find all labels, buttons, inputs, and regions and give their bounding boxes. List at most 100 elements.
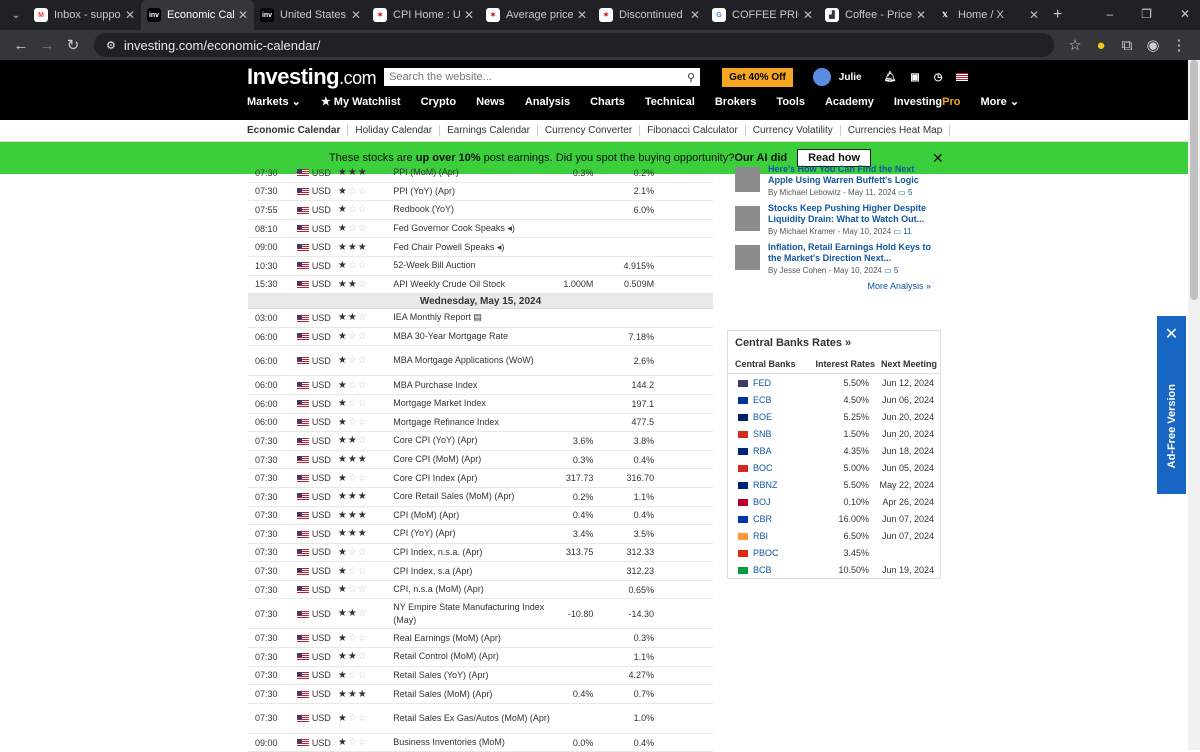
forward-icon[interactable]: →	[34, 37, 60, 54]
tab-8[interactable]: 𝕏 Home / X ✕	[932, 0, 1045, 30]
extensions-puzzle-icon[interactable]: ⧉	[1114, 37, 1140, 54]
tab-3[interactable]: ✶ CPI Home : U.S. ✕	[367, 0, 480, 30]
ad-free-close-icon[interactable]: ✕	[1165, 324, 1178, 344]
table-row[interactable]: 07:30 USD ★☆☆ Retail Sales (YoY) (Apr) 4…	[248, 667, 713, 686]
event-name[interactable]: Core CPI (MoM) (Apr)	[393, 453, 554, 466]
event-name[interactable]: Mortgage Market Index	[393, 397, 554, 410]
tab-close-icon[interactable]: ✕	[125, 8, 135, 22]
table-row[interactable]: 06:00 USD ★☆☆ Mortgage Market Index 197.…	[248, 395, 713, 414]
menu-item-7[interactable]: Brokers	[715, 96, 757, 108]
bank-name[interactable]: BOE	[753, 412, 772, 422]
site-search-input[interactable]: Search the website... ⚲	[384, 68, 701, 86]
table-row[interactable]: 07:30 USD ★★☆ Retail Control (MoM) (Apr)…	[248, 648, 713, 667]
event-name[interactable]: Retail Control (MoM) (Apr)	[393, 650, 554, 663]
site-info-icon[interactable]: ⚙	[106, 39, 116, 52]
event-name[interactable]: 52-Week Bill Auction	[393, 259, 554, 272]
tab-close-icon[interactable]: ✕	[803, 8, 813, 22]
tab-close-icon[interactable]: ✕	[690, 8, 700, 22]
event-name[interactable]: MBA Mortgage Applications (WoW)	[393, 354, 554, 367]
central-bank-row[interactable]: BOC 5.00% Jun 05, 2024	[728, 459, 940, 476]
portfolio-icon[interactable]: ▣	[910, 72, 919, 83]
table-row[interactable]: 07:30 USD ★★★ CPI (MoM) (Apr) 0.4% 0.4%	[248, 507, 713, 526]
url-input[interactable]: ⚙ investing.com/economic-calendar/	[94, 33, 1054, 57]
event-name[interactable]: Retail Sales Ex Gas/Autos (MoM) (Apr)	[393, 712, 554, 725]
event-name[interactable]: Mortgage Refinance Index	[393, 416, 554, 429]
table-row[interactable]: 09:00 USD ★★★ Fed Chair Powell Speaks ◂)	[248, 238, 713, 257]
bank-name[interactable]: BOC	[753, 463, 773, 473]
subnav-item-4[interactable]: Fibonacci Calculator	[640, 125, 746, 136]
bank-name[interactable]: CBR	[753, 514, 772, 524]
event-name[interactable]: API Weekly Crude Oil Stock	[393, 278, 554, 291]
restore-icon[interactable]: ❐	[1141, 7, 1152, 21]
bank-name[interactable]: ECB	[753, 395, 772, 405]
tab-2[interactable]: inv United States Co ✕	[254, 0, 367, 30]
event-name[interactable]: Retail Sales (MoM) (Apr)	[393, 688, 554, 701]
bookmark-star-icon[interactable]: ☆	[1062, 36, 1088, 54]
bank-name[interactable]: SNB	[753, 429, 772, 439]
ad-free-tab[interactable]: ✕ Ad-Free Version	[1157, 316, 1186, 494]
table-row[interactable]: 07:30 USD ★☆☆ Core CPI Index (Apr) 317.7…	[248, 469, 713, 488]
event-name[interactable]: MBA 30-Year Mortgage Rate	[393, 330, 554, 343]
menu-item-4[interactable]: Analysis	[525, 96, 570, 108]
table-row[interactable]: 07:30 USD ★★★ Core Retail Sales (MoM) (A…	[248, 488, 713, 507]
table-row[interactable]: 06:00 USD ★☆☆ Mortgage Refinance Index 4…	[248, 414, 713, 433]
news-item[interactable]: Inflation, Retail Earnings Hold Keys to …	[727, 242, 941, 275]
flag-icon[interactable]	[956, 73, 969, 81]
event-name[interactable]: NY Empire State Manufacturing Index (May…	[393, 601, 554, 627]
tab-5[interactable]: ✶ Discontinued CP ✕	[593, 0, 706, 30]
table-row[interactable]: 07:30 USD ★★★ CPI (YoY) (Apr) 3.4% 3.5%	[248, 525, 713, 544]
menu-item-11[interactable]: More ⌄	[981, 95, 1020, 108]
event-name[interactable]: CPI Index, s.a (Apr)	[393, 565, 554, 578]
menu-item-2[interactable]: Crypto	[421, 96, 456, 108]
menu-item-8[interactable]: Tools	[776, 96, 805, 108]
central-bank-row[interactable]: BOJ 0.10% Apr 26, 2024	[728, 493, 940, 510]
event-name[interactable]: Business Inventories (MoM)	[393, 736, 554, 749]
extension-icon[interactable]: ●	[1088, 37, 1114, 54]
event-name[interactable]: MBA Purchase Index	[393, 379, 554, 392]
subnav-item-0[interactable]: Economic Calendar	[247, 125, 349, 136]
table-row[interactable]: 06:00 USD ★☆☆ MBA 30-Year Mortgage Rate …	[248, 328, 713, 347]
tab-close-icon[interactable]: ✕	[916, 8, 926, 22]
subnav-item-1[interactable]: Holiday Calendar	[348, 125, 441, 136]
menu-item-5[interactable]: Charts	[590, 96, 625, 108]
comment-icon[interactable]: ▭	[893, 227, 901, 236]
table-row[interactable]: 10:30 USD ★☆☆ 52-Week Bill Auction 4.915…	[248, 257, 713, 276]
new-tab-button[interactable]: +	[1053, 6, 1062, 24]
tab-close-icon[interactable]: ✕	[238, 8, 248, 22]
news-title[interactable]: Stocks Keep Pushing Higher Despite Liqui…	[768, 203, 941, 225]
tab-close-icon[interactable]: ✕	[464, 8, 474, 22]
tab-close-icon[interactable]: ✕	[1029, 8, 1039, 22]
table-row[interactable]: 07:30 USD ★☆☆ CPI Index, s.a (Apr) 312.2…	[248, 562, 713, 581]
bank-name[interactable]: BCB	[753, 565, 772, 575]
bank-name[interactable]: RBI	[753, 531, 768, 541]
central-bank-row[interactable]: BOE 5.25% Jun 20, 2024	[728, 408, 940, 425]
menu-item-3[interactable]: News	[476, 96, 505, 108]
event-name[interactable]: CPI (MoM) (Apr)	[393, 509, 554, 522]
page-scrollbar[interactable]	[1188, 60, 1200, 750]
search-icon[interactable]: ⚲	[687, 71, 695, 84]
bank-name[interactable]: RBA	[753, 446, 772, 456]
tab-4[interactable]: ✶ Average price se ✕	[480, 0, 593, 30]
tab-close-icon[interactable]: ✕	[351, 8, 361, 22]
table-row[interactable]: 08:10 USD ★☆☆ Fed Governor Cook Speaks ◂…	[248, 220, 713, 239]
bank-name[interactable]: BOJ	[753, 497, 771, 507]
table-row[interactable]: 07:30 USD ★★★ Core CPI (MoM) (Apr) 0.3% …	[248, 451, 713, 470]
table-row[interactable]: 07:30 USD ★☆☆ Retail Sales Ex Gas/Autos …	[248, 704, 713, 734]
subnav-item-2[interactable]: Earnings Calendar	[440, 125, 538, 136]
investing-logo[interactable]: Investing.com	[247, 64, 377, 90]
close-window-icon[interactable]: ✕	[1180, 7, 1190, 21]
news-title[interactable]: Inflation, Retail Earnings Hold Keys to …	[768, 242, 941, 264]
bank-name[interactable]: RBNZ	[753, 480, 778, 490]
event-name[interactable]: CPI (YoY) (Apr)	[393, 527, 554, 540]
reload-icon[interactable]: ↻	[60, 36, 86, 54]
comment-icon[interactable]: ▭	[898, 188, 906, 197]
table-row[interactable]: 07:30 USD ★★☆ Core CPI (YoY) (Apr) 3.6% …	[248, 432, 713, 451]
menu-item-9[interactable]: Academy	[825, 96, 874, 108]
promo-button[interactable]: Get 40% Off	[722, 67, 793, 87]
tab-7[interactable]: ▟ Coffee - Price - ✕	[819, 0, 932, 30]
table-row[interactable]: 15:30 USD ★★☆ API Weekly Crude Oil Stock…	[248, 276, 713, 295]
table-row[interactable]: 07:30 USD ★★☆ NY Empire State Manufactur…	[248, 599, 713, 630]
subnav-item-5[interactable]: Currency Volatility	[746, 125, 841, 136]
menu-item-10[interactable]: InvestingPro	[894, 96, 961, 108]
tab-0[interactable]: M Inbox - support ✕	[28, 0, 141, 30]
